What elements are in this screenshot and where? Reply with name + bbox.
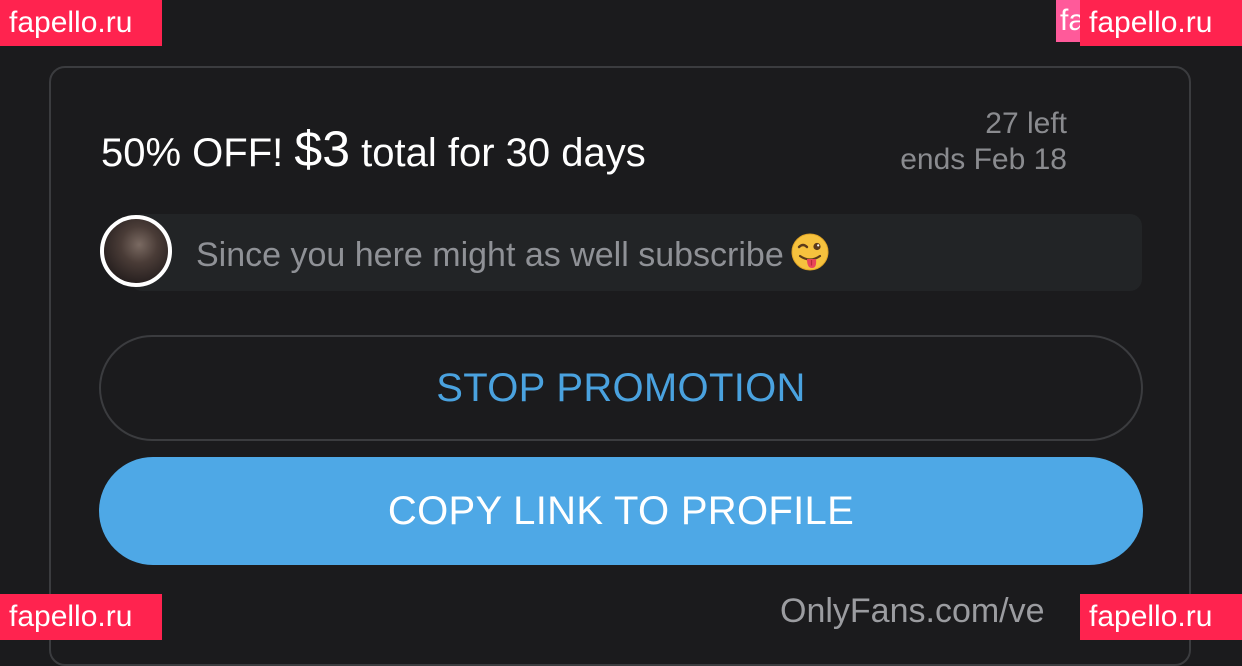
promo-duration: total for 30 days — [350, 131, 646, 175]
promo-meta: 27 left ends Feb 18 — [900, 106, 1067, 178]
promo-ends: ends Feb 18 — [900, 143, 1067, 176]
winking-face-with-tongue-icon — [791, 233, 829, 271]
watermark-bottom-right: fapello.ru — [1080, 594, 1242, 640]
promo-remaining: 27 left — [985, 107, 1067, 140]
watermark-bottom-left: fapello.ru — [0, 594, 162, 640]
message-text-content: Since you here might as well subscribe — [196, 236, 784, 274]
watermark-top-left: fapello.ru — [0, 0, 162, 46]
promo-title: 50% OFF! $3 total for 30 days — [101, 120, 646, 178]
promo-price: $3 — [294, 121, 351, 177]
promo-message: Since you here might as well subscribe — [100, 213, 1142, 291]
avatar[interactable] — [100, 215, 172, 287]
stop-promotion-button[interactable]: STOP PROMOTION — [99, 335, 1143, 441]
footer-profile-url: OnlyFans.com/ve — [780, 592, 1045, 630]
copy-link-to-profile-button[interactable]: COPY LINK TO PROFILE — [99, 457, 1143, 565]
promo-discount: 50% OFF! — [101, 131, 295, 175]
watermark-top-right: fapello.ru — [1080, 0, 1242, 46]
message-text: Since you here might as well subscribe — [196, 232, 830, 275]
